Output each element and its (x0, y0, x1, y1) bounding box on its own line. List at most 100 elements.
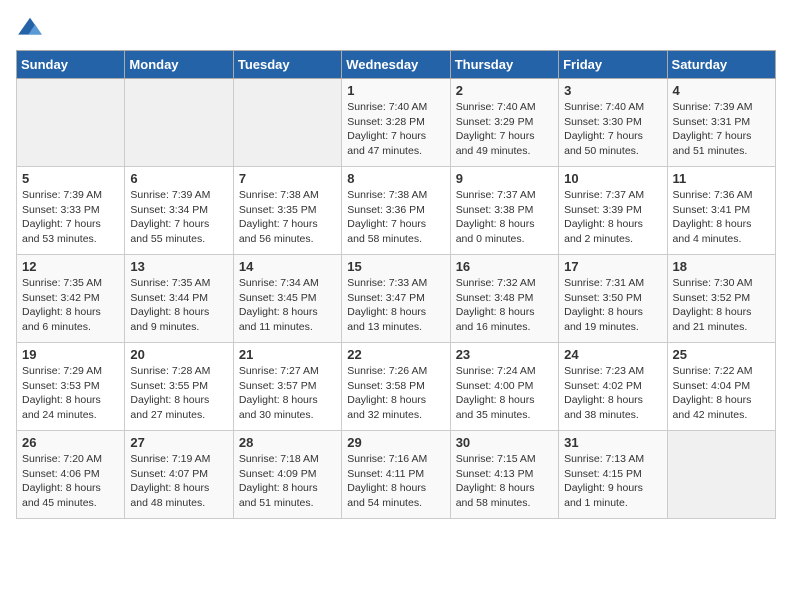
day-number: 4 (673, 83, 770, 98)
calendar-cell: 25Sunrise: 7:22 AM Sunset: 4:04 PM Dayli… (667, 343, 775, 431)
day-info: Sunrise: 7:30 AM Sunset: 3:52 PM Dayligh… (673, 276, 770, 335)
day-info: Sunrise: 7:26 AM Sunset: 3:58 PM Dayligh… (347, 364, 444, 423)
day-number: 7 (239, 171, 336, 186)
calendar-table: SundayMondayTuesdayWednesdayThursdayFrid… (16, 50, 776, 519)
weekday-header: Monday (125, 51, 233, 79)
day-number: 16 (456, 259, 553, 274)
day-info: Sunrise: 7:18 AM Sunset: 4:09 PM Dayligh… (239, 452, 336, 511)
day-info: Sunrise: 7:27 AM Sunset: 3:57 PM Dayligh… (239, 364, 336, 423)
calendar-cell: 30 Sunrise: 7:15 AM Sunset: 4:13 PM Dayli… (450, 431, 558, 519)
calendar-cell (17, 79, 125, 167)
calendar-cell: 27 Sunrise: 7:19 AM Sunset: 4:07 PM Dayli… (125, 431, 233, 519)
weekday-header: Thursday (450, 51, 558, 79)
calendar-cell: 21 Sunrise: 7:27 AM Sunset: 3:57 PM Dayli… (233, 343, 341, 431)
weekday-header: Saturday (667, 51, 775, 79)
weekday-header: Tuesday (233, 51, 341, 79)
day-info: Sunrise: 7:23 AM Sunset: 4:02 PM Dayligh… (564, 364, 661, 423)
calendar-cell: 18 Sunrise: 7:30 AM Sunset: 3:52 PM Dayli… (667, 255, 775, 343)
day-info: Sunrise: 7:35 AM Sunset: 3:44 PM Dayligh… (130, 276, 227, 335)
logo (16, 16, 48, 38)
day-number: 13 (130, 259, 227, 274)
calendar-cell: 12 Sunrise: 7:35 AM Sunset: 3:42 PM Dayli… (17, 255, 125, 343)
day-number: 22 (347, 347, 444, 362)
weekday-header: Sunday (17, 51, 125, 79)
calendar-cell: 29 Sunrise: 7:16 AM Sunset: 4:11 PM Dayli… (342, 431, 450, 519)
day-number: 21 (239, 347, 336, 362)
day-number: 23 (456, 347, 553, 362)
calendar-cell: 10 Sunrise: 7:37 AM Sunset: 3:39 PM Dayli… (559, 167, 667, 255)
weekday-header: Friday (559, 51, 667, 79)
day-info: Sunrise: 7:38 AM Sunset: 3:36 PM Dayligh… (347, 188, 444, 247)
day-info: Sunrise: 7:33 AM Sunset: 3:47 PM Dayligh… (347, 276, 444, 335)
day-info: Sunrise: 7:31 AM Sunset: 3:50 PM Dayligh… (564, 276, 661, 335)
day-info: Sunrise: 7:22 AM Sunset: 4:04 PM Dayligh… (673, 364, 770, 423)
day-number: 28 (239, 435, 336, 450)
calendar-cell: 4 Sunrise: 7:39 AM Sunset: 3:31 PM Daylig… (667, 79, 775, 167)
calendar-week-row: 26Sunrise: 7:20 AM Sunset: 4:06 PM Dayli… (17, 431, 776, 519)
calendar-cell: 11Sunrise: 7:36 AM Sunset: 3:41 PM Dayli… (667, 167, 775, 255)
day-number: 29 (347, 435, 444, 450)
day-info: Sunrise: 7:19 AM Sunset: 4:07 PM Dayligh… (130, 452, 227, 511)
calendar-week-row: 12 Sunrise: 7:35 AM Sunset: 3:42 PM Dayli… (17, 255, 776, 343)
calendar-cell (233, 79, 341, 167)
calendar-cell: 26Sunrise: 7:20 AM Sunset: 4:06 PM Dayli… (17, 431, 125, 519)
day-number: 24 (564, 347, 661, 362)
calendar-cell: 14Sunrise: 7:34 AM Sunset: 3:45 PM Dayli… (233, 255, 341, 343)
calendar-cell: 8 Sunrise: 7:38 AM Sunset: 3:36 PM Daylig… (342, 167, 450, 255)
day-number: 18 (673, 259, 770, 274)
day-number: 27 (130, 435, 227, 450)
calendar-cell: 3Sunrise: 7:40 AM Sunset: 3:30 PM Daylig… (559, 79, 667, 167)
day-info: Sunrise: 7:40 AM Sunset: 3:29 PM Dayligh… (456, 100, 553, 159)
day-number: 10 (564, 171, 661, 186)
day-number: 12 (22, 259, 119, 274)
calendar-cell: 7 Sunrise: 7:38 AM Sunset: 3:35 PM Daylig… (233, 167, 341, 255)
calendar-cell: 24 Sunrise: 7:23 AM Sunset: 4:02 PM Dayli… (559, 343, 667, 431)
calendar-cell: 1 Sunrise: 7:40 AM Sunset: 3:28 PM Daylig… (342, 79, 450, 167)
calendar-cell: 5 Sunrise: 7:39 AM Sunset: 3:33 PM Daylig… (17, 167, 125, 255)
calendar-cell: 17 Sunrise: 7:31 AM Sunset: 3:50 PM Dayli… (559, 255, 667, 343)
calendar-cell: 23 Sunrise: 7:24 AM Sunset: 4:00 PM Dayli… (450, 343, 558, 431)
day-info: Sunrise: 7:16 AM Sunset: 4:11 PM Dayligh… (347, 452, 444, 511)
day-info: Sunrise: 7:24 AM Sunset: 4:00 PM Dayligh… (456, 364, 553, 423)
day-number: 1 (347, 83, 444, 98)
day-info: Sunrise: 7:38 AM Sunset: 3:35 PM Dayligh… (239, 188, 336, 247)
weekday-header: Wednesday (342, 51, 450, 79)
day-number: 2 (456, 83, 553, 98)
day-number: 26 (22, 435, 119, 450)
day-info: Sunrise: 7:37 AM Sunset: 3:39 PM Dayligh… (564, 188, 661, 247)
calendar-cell: 2 Sunrise: 7:40 AM Sunset: 3:29 PM Daylig… (450, 79, 558, 167)
page-header (16, 16, 776, 38)
day-number: 30 (456, 435, 553, 450)
calendar-cell: 15Sunrise: 7:33 AM Sunset: 3:47 PM Dayli… (342, 255, 450, 343)
calendar-week-row: 5 Sunrise: 7:39 AM Sunset: 3:33 PM Daylig… (17, 167, 776, 255)
weekday-header-row: SundayMondayTuesdayWednesdayThursdayFrid… (17, 51, 776, 79)
calendar-cell: 22 Sunrise: 7:26 AM Sunset: 3:58 PM Dayli… (342, 343, 450, 431)
day-info: Sunrise: 7:29 AM Sunset: 3:53 PM Dayligh… (22, 364, 119, 423)
calendar-cell: 20 Sunrise: 7:28 AM Sunset: 3:55 PM Dayli… (125, 343, 233, 431)
day-number: 17 (564, 259, 661, 274)
day-info: Sunrise: 7:39 AM Sunset: 3:31 PM Dayligh… (673, 100, 770, 159)
day-info: Sunrise: 7:39 AM Sunset: 3:33 PM Dayligh… (22, 188, 119, 247)
day-number: 6 (130, 171, 227, 186)
calendar-week-row: 1 Sunrise: 7:40 AM Sunset: 3:28 PM Daylig… (17, 79, 776, 167)
day-info: Sunrise: 7:32 AM Sunset: 3:48 PM Dayligh… (456, 276, 553, 335)
calendar-cell: 6Sunrise: 7:39 AM Sunset: 3:34 PM Daylig… (125, 167, 233, 255)
calendar-cell: 13 Sunrise: 7:35 AM Sunset: 3:44 PM Dayli… (125, 255, 233, 343)
day-number: 20 (130, 347, 227, 362)
calendar-cell: 19Sunrise: 7:29 AM Sunset: 3:53 PM Dayli… (17, 343, 125, 431)
day-info: Sunrise: 7:40 AM Sunset: 3:28 PM Dayligh… (347, 100, 444, 159)
calendar-cell: 31 Sunrise: 7:13 AM Sunset: 4:15 PM Dayli… (559, 431, 667, 519)
day-info: Sunrise: 7:13 AM Sunset: 4:15 PM Dayligh… (564, 452, 661, 511)
calendar-week-row: 19Sunrise: 7:29 AM Sunset: 3:53 PM Dayli… (17, 343, 776, 431)
day-info: Sunrise: 7:37 AM Sunset: 3:38 PM Dayligh… (456, 188, 553, 247)
day-info: Sunrise: 7:35 AM Sunset: 3:42 PM Dayligh… (22, 276, 119, 335)
calendar-cell (667, 431, 775, 519)
day-number: 5 (22, 171, 119, 186)
day-number: 8 (347, 171, 444, 186)
logo-icon (16, 16, 44, 38)
day-info: Sunrise: 7:28 AM Sunset: 3:55 PM Dayligh… (130, 364, 227, 423)
day-number: 31 (564, 435, 661, 450)
day-number: 14 (239, 259, 336, 274)
day-info: Sunrise: 7:15 AM Sunset: 4:13 PM Dayligh… (456, 452, 553, 511)
calendar-cell: 28 Sunrise: 7:18 AM Sunset: 4:09 PM Dayli… (233, 431, 341, 519)
